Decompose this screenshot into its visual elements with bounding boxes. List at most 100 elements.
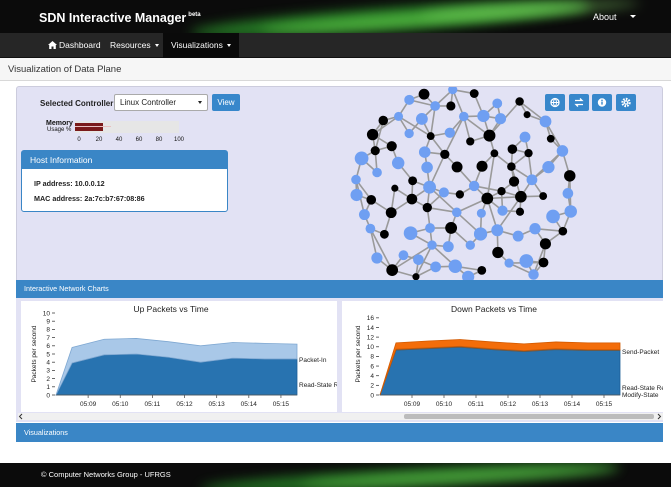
host-node[interactable] — [477, 109, 490, 123]
switch-node[interactable] — [406, 193, 418, 205]
host-node[interactable] — [494, 113, 507, 125]
host-node[interactable] — [358, 209, 370, 221]
host-node[interactable] — [398, 250, 409, 261]
switch-node[interactable] — [426, 132, 435, 141]
nav-dashboard[interactable]: Dashboard — [42, 33, 107, 58]
controller-select[interactable]: Linux Controller — [114, 94, 208, 111]
host-node[interactable] — [528, 269, 539, 280]
host-node[interactable] — [442, 241, 454, 253]
charts-horizontal-scrollbar[interactable] — [18, 413, 663, 420]
switch-node[interactable] — [385, 207, 397, 219]
switch-node[interactable] — [466, 137, 475, 146]
host-node[interactable] — [350, 188, 363, 202]
host-node[interactable] — [556, 145, 569, 157]
host-node[interactable] — [415, 113, 428, 125]
switch-node[interactable] — [497, 187, 506, 196]
host-node[interactable] — [403, 226, 418, 240]
visualizations-panel-header[interactable]: Visualizations — [16, 423, 663, 442]
switch-node[interactable] — [455, 190, 464, 199]
switch-node[interactable] — [477, 265, 487, 275]
host-node[interactable] — [539, 115, 552, 128]
switch-node[interactable] — [539, 192, 548, 200]
switch-node[interactable] — [515, 97, 524, 106]
host-node[interactable] — [371, 252, 383, 264]
switch-node[interactable] — [538, 257, 549, 268]
switch-node[interactable] — [451, 161, 463, 173]
settings-button[interactable] — [616, 94, 636, 111]
host-node[interactable] — [425, 223, 435, 234]
host-node[interactable] — [562, 188, 574, 199]
switch-node[interactable] — [524, 148, 533, 158]
host-node[interactable] — [423, 180, 436, 194]
switch-node[interactable] — [440, 149, 450, 159]
area-series[interactable] — [379, 346, 621, 396]
charts-panel-header[interactable]: Interactive Network Charts — [16, 280, 663, 298]
host-node[interactable] — [365, 223, 376, 234]
host-node[interactable] — [519, 254, 534, 268]
chevron-right-icon[interactable] — [656, 413, 662, 420]
switch-node[interactable] — [507, 144, 518, 154]
switch-node[interactable] — [546, 134, 555, 143]
host-node[interactable] — [438, 187, 449, 198]
scrollbar-thumb[interactable] — [404, 414, 654, 419]
switch-node[interactable] — [539, 238, 551, 250]
switch-node[interactable] — [366, 128, 379, 141]
chevron-left-icon[interactable] — [18, 413, 24, 420]
switch-node[interactable] — [386, 264, 399, 276]
switch-node[interactable] — [418, 88, 430, 100]
switch-node[interactable] — [508, 176, 520, 187]
host-node[interactable] — [512, 230, 524, 242]
host-node[interactable] — [564, 205, 577, 218]
host-node[interactable] — [372, 167, 382, 178]
host-node[interactable] — [421, 161, 433, 174]
area-series[interactable] — [55, 353, 298, 396]
host-node[interactable] — [394, 111, 404, 121]
host-node[interactable] — [413, 254, 424, 265]
view-button[interactable]: View — [212, 94, 240, 111]
network-topology-graph[interactable] — [347, 87, 577, 281]
host-node[interactable] — [476, 208, 486, 218]
host-node[interactable] — [491, 224, 504, 237]
switch-node[interactable] — [515, 190, 527, 203]
brand-title[interactable]: SDN Interactive Manager beta — [39, 11, 201, 25]
globe-button[interactable] — [545, 94, 565, 111]
switch-node[interactable] — [391, 184, 399, 192]
switch-node[interactable] — [379, 229, 389, 239]
host-node[interactable] — [451, 207, 462, 218]
switch-node[interactable] — [378, 115, 389, 126]
host-node[interactable] — [497, 205, 508, 216]
switch-node[interactable] — [507, 162, 516, 171]
host-node[interactable] — [448, 259, 462, 273]
host-node[interactable] — [526, 174, 538, 186]
about-menu[interactable]: About — [593, 12, 617, 22]
host-node[interactable] — [404, 128, 414, 139]
switch-node[interactable] — [492, 246, 504, 259]
host-node[interactable] — [519, 131, 531, 143]
host-node[interactable] — [504, 258, 514, 268]
host-node[interactable] — [492, 98, 503, 109]
switch-node[interactable] — [469, 89, 479, 98]
switch-node[interactable] — [558, 226, 568, 236]
switch-node[interactable] — [370, 146, 380, 156]
switch-node[interactable] — [446, 101, 456, 111]
switch-node[interactable] — [422, 202, 432, 213]
exchange-button[interactable] — [569, 94, 589, 111]
switch-node[interactable] — [523, 111, 531, 119]
host-node[interactable] — [427, 240, 437, 250]
host-node[interactable] — [546, 209, 560, 224]
switch-node[interactable] — [476, 160, 488, 172]
host-node[interactable] — [468, 180, 480, 192]
switch-node[interactable] — [564, 170, 576, 182]
host-node[interactable] — [444, 127, 455, 138]
host-node[interactable] — [354, 151, 369, 166]
switch-node[interactable] — [386, 141, 397, 152]
info-button[interactable] — [592, 94, 612, 111]
nav-visualizations[interactable]: Visualizations — [163, 33, 239, 58]
host-node[interactable] — [465, 240, 475, 250]
host-node[interactable] — [430, 261, 442, 273]
host-node[interactable] — [418, 146, 431, 158]
nav-resources[interactable]: Resources — [104, 33, 165, 58]
switch-node[interactable] — [481, 192, 494, 205]
host-node[interactable] — [404, 94, 415, 105]
host-node[interactable] — [351, 174, 361, 185]
